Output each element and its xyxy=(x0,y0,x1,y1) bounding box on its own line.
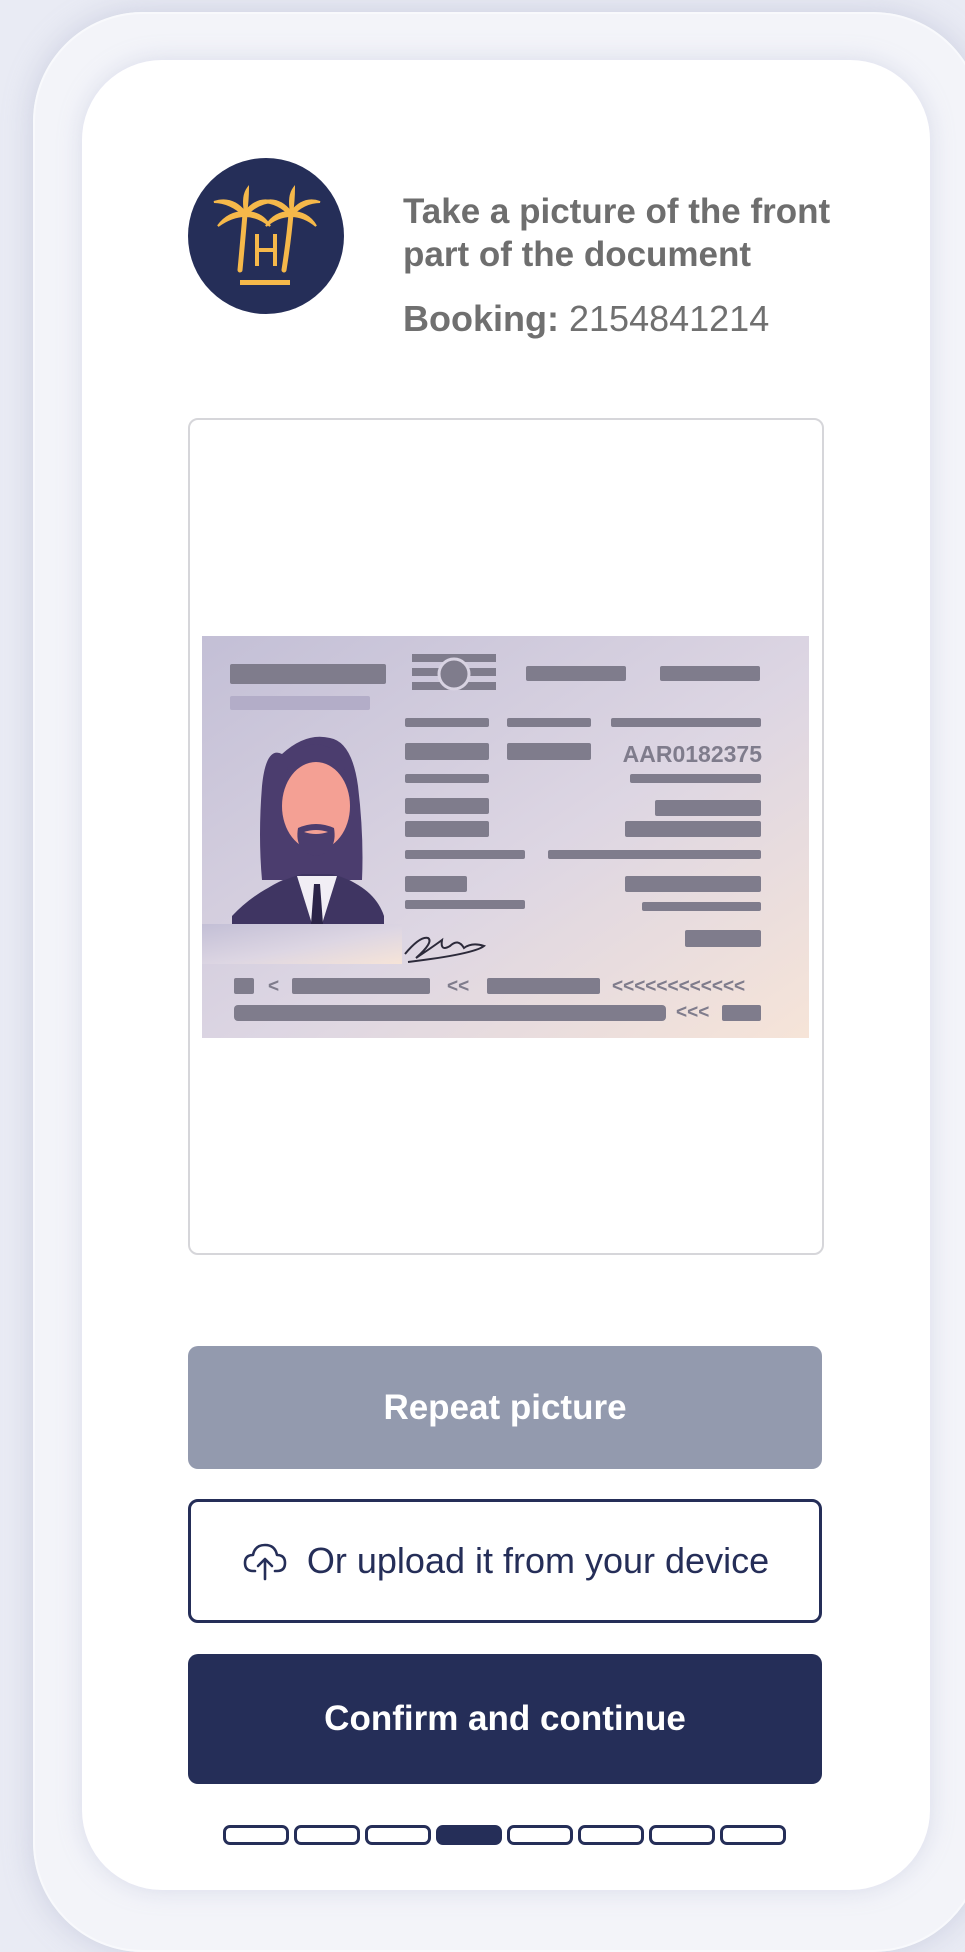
mrz-chevrons-b: << xyxy=(447,976,469,997)
progress-step-6 xyxy=(578,1825,644,1845)
mrz-chevrons-c: <<<<<<<<<<<< xyxy=(612,976,745,997)
progress-step-2 xyxy=(294,1825,360,1845)
progress-stepper xyxy=(223,1825,786,1845)
progress-step-1 xyxy=(223,1825,289,1845)
hotel-logo xyxy=(188,158,344,314)
palm-trees-hotel-logo-icon xyxy=(213,184,321,285)
upload-label: Or upload it from your device xyxy=(306,1540,770,1581)
id-document-preview: AAR0182375 < << <<<<<<<<<<<< <<< xyxy=(202,636,809,1038)
page-title: Take a picture of the front part of the … xyxy=(403,192,831,274)
mrz-chevrons-a: < xyxy=(268,976,279,997)
repeat-picture-button[interactable]: Repeat picture xyxy=(188,1346,822,1469)
mrz-chevrons-line2: <<< xyxy=(676,1002,709,1023)
document-id-number: AAR0182375 xyxy=(623,741,763,767)
confirm-and-continue-button[interactable]: Confirm and continue xyxy=(188,1654,822,1784)
progress-step-8 xyxy=(720,1825,786,1845)
cloud-upload-icon xyxy=(243,1543,287,1581)
id-card-illustration: AAR0182375 < << <<<<<<<<<<<< <<< xyxy=(202,636,809,1038)
repeat-picture-label: Repeat picture xyxy=(383,1387,627,1427)
progress-step-5 xyxy=(507,1825,573,1845)
booking-number: 2154841214 xyxy=(569,298,770,339)
confirm-label: Confirm and continue xyxy=(324,1699,686,1738)
upload-from-device-button[interactable]: Or upload it from your device xyxy=(188,1499,822,1623)
progress-step-7 xyxy=(649,1825,715,1845)
progress-step-4 xyxy=(436,1825,502,1845)
progress-step-3 xyxy=(365,1825,431,1845)
booking-reference: Booking: 2154841214 xyxy=(403,298,769,340)
booking-label: Booking: xyxy=(403,298,559,339)
